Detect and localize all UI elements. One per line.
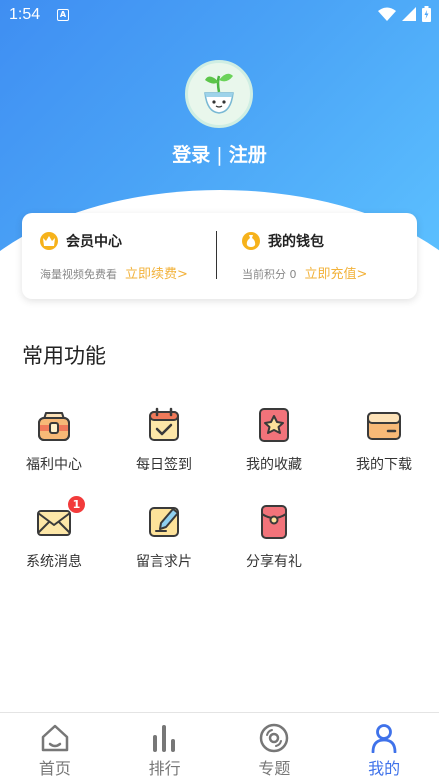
disc-icon: [260, 723, 289, 753]
gift-box-icon: [34, 405, 74, 445]
recharge-link[interactable]: 立即充值>: [305, 263, 368, 282]
feature-label: 分享有礼: [246, 554, 302, 570]
crown-icon: [40, 232, 58, 250]
signal-icon: [402, 7, 416, 21]
feature-label: 福利中心: [26, 457, 82, 473]
wifi-icon: [378, 7, 396, 21]
red-envelope-icon: [254, 502, 294, 542]
member-center[interactable]: 会员中心 海量视频免费看 立即续费>: [40, 231, 188, 282]
user-icon: [371, 724, 397, 753]
money-bag-icon: [242, 232, 260, 250]
feature-welfare-center[interactable]: 福利中心: [9, 405, 99, 474]
renew-link[interactable]: 立即续费>: [125, 263, 188, 282]
points-label: 当前积分: [242, 268, 286, 281]
plant-pot-icon: [204, 73, 234, 114]
feature-label: 我的下载: [356, 457, 412, 473]
nav-ranking[interactable]: 排行: [110, 713, 220, 782]
feature-daily-checkin[interactable]: 每日签到: [119, 405, 209, 474]
status-bar: 1:54 A: [0, 0, 439, 30]
member-title: 会员中心: [66, 234, 122, 250]
login-link[interactable]: 登录: [172, 144, 210, 166]
nav-topics[interactable]: 专题: [220, 713, 330, 782]
points-note: 当前积分 0: [242, 266, 297, 282]
avatar[interactable]: [185, 60, 253, 128]
points-value: 0: [289, 268, 297, 281]
nav-mine[interactable]: 我的: [329, 713, 439, 782]
calendar-check-icon: [144, 405, 184, 445]
battery-icon: [422, 6, 431, 22]
nav-home[interactable]: 首页: [0, 713, 110, 782]
status-icons: [378, 6, 431, 22]
home-icon: [41, 724, 69, 752]
unread-badge: 1: [67, 495, 86, 514]
wallet[interactable]: 我的钱包 当前积分 0 立即充值>: [242, 231, 367, 282]
feature-share-gift[interactable]: 分享有礼: [229, 502, 319, 571]
star-icon: [254, 405, 294, 445]
nav-label: 我的: [368, 759, 401, 778]
nav-label: 专题: [258, 759, 291, 778]
feature-my-favorites[interactable]: 我的收藏: [229, 405, 319, 474]
section-title: 常用功能: [22, 344, 106, 368]
bar-chart-icon: [152, 725, 175, 752]
card-divider: [216, 231, 217, 279]
login-register: 登录 | 注册: [0, 140, 439, 167]
login-separator: |: [216, 144, 223, 166]
bottom-nav: 首页 排行 专题 我的: [0, 712, 439, 782]
register-link[interactable]: 注册: [229, 144, 267, 166]
folder-icon: [364, 405, 404, 445]
feature-label: 每日签到: [136, 457, 192, 473]
feature-system-messages[interactable]: 1 系统消息: [9, 495, 99, 571]
feature-request-movie[interactable]: 留言求片: [119, 502, 209, 571]
nav-label: 首页: [38, 759, 71, 778]
member-note: 海量视频免费看: [40, 268, 117, 281]
envelope-icon: 1: [34, 495, 86, 542]
feature-label: 留言求片: [136, 554, 192, 570]
feature-label: 我的收藏: [246, 457, 302, 473]
edit-note-icon: [144, 502, 184, 542]
feature-my-downloads[interactable]: 我的下载: [339, 405, 429, 474]
account-card: 会员中心 海量视频免费看 立即续费> 我的钱包 当前积分 0 立即充值>: [22, 213, 417, 299]
nav-label: 排行: [148, 759, 181, 778]
status-time: 1:54: [9, 6, 41, 23]
feature-label: 系统消息: [26, 554, 82, 570]
wallet-title: 我的钱包: [268, 234, 324, 250]
notification-icon: A: [57, 9, 69, 21]
